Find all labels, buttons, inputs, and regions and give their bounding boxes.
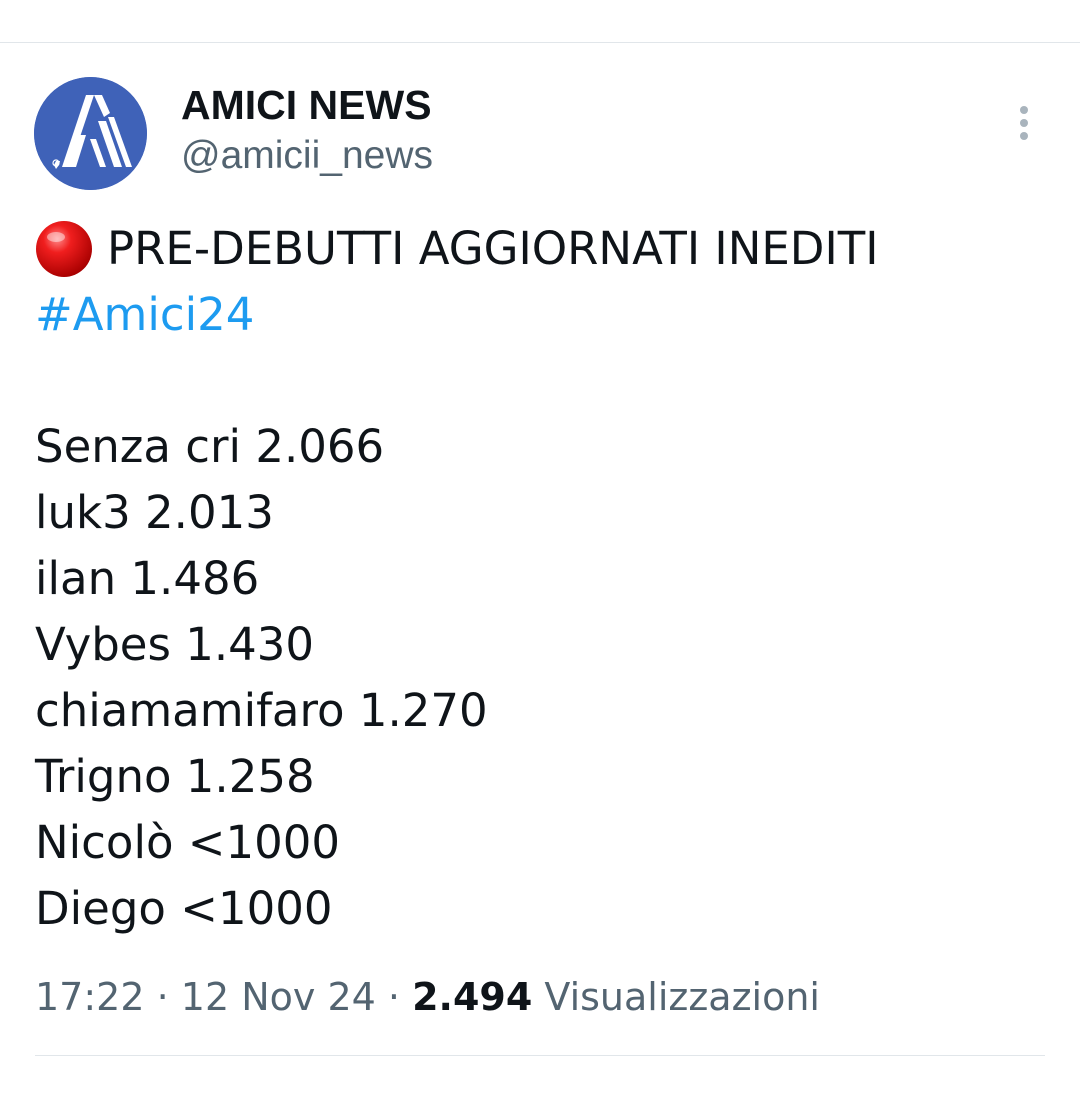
author-name[interactable]: AMICI NEWS bbox=[181, 82, 432, 128]
entry-line: Nicolò <1000 bbox=[35, 816, 341, 869]
more-vertical-icon-dot bbox=[1020, 119, 1028, 127]
tweet-headline: PRE-DEBUTTI AGGIORNATI INEDITI bbox=[107, 222, 879, 275]
tweet-headline-line: PRE-DEBUTTI AGGIORNATI INEDITI bbox=[35, 216, 1045, 282]
more-vertical-icon bbox=[1020, 106, 1028, 114]
entry-line: ilan 1.486 bbox=[35, 552, 260, 605]
amici-logo-icon bbox=[34, 77, 147, 190]
entry-line: Senza cri 2.066 bbox=[35, 420, 385, 473]
red-circle-icon bbox=[36, 221, 92, 277]
entry-line: Diego <1000 bbox=[35, 882, 333, 935]
entry-line: luk3 2.013 bbox=[35, 486, 274, 539]
bottom-divider bbox=[35, 1055, 1045, 1056]
tweet-text: PRE-DEBUTTI AGGIORNATI INEDITI #Amici24 … bbox=[35, 216, 1045, 942]
hashtag-line: #Amici24 bbox=[35, 282, 1045, 348]
avatar[interactable] bbox=[34, 77, 147, 190]
tweet-time[interactable]: 17:22 bbox=[35, 975, 145, 1019]
meta-separator: · bbox=[387, 975, 401, 1019]
author-handle[interactable]: @amicii_news bbox=[181, 134, 433, 178]
views-label[interactable]: Visualizzazioni bbox=[544, 975, 820, 1019]
tweet-date[interactable]: 12 Nov 24 bbox=[181, 975, 376, 1019]
hashtag-link[interactable]: #Amici24 bbox=[35, 288, 254, 341]
entry-line: chiamamifaro 1.270 bbox=[35, 684, 488, 737]
entry-line: Trigno 1.258 bbox=[35, 750, 315, 803]
tweet-meta: 17:22 · 12 Nov 24 · 2.494 Visualizzazion… bbox=[35, 972, 820, 1022]
top-divider bbox=[0, 42, 1080, 43]
more-options-button[interactable] bbox=[1004, 100, 1044, 146]
entry-line: Vybes 1.430 bbox=[35, 618, 315, 671]
meta-separator: · bbox=[156, 975, 169, 1019]
more-vertical-icon-dot bbox=[1020, 132, 1028, 140]
views-count[interactable]: 2.494 bbox=[412, 975, 532, 1019]
